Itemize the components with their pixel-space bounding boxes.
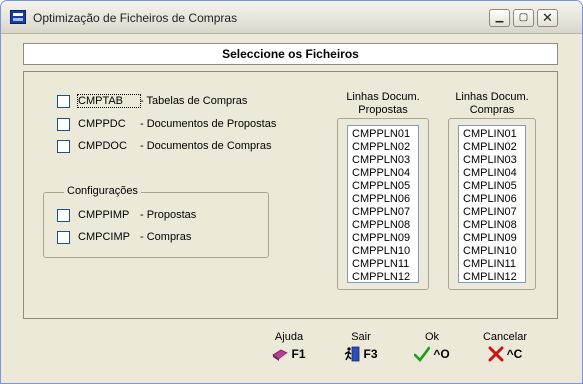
file-description: - Compras xyxy=(140,231,192,243)
list-item[interactable]: CMPPLN02 xyxy=(352,141,418,154)
config-option-cmpcimp[interactable]: CMPCIMP - Compras xyxy=(57,229,191,245)
list-item[interactable]: CMPPLN08 xyxy=(352,219,418,232)
ok-shortcut: ^O xyxy=(433,347,450,361)
list-item[interactable]: CMPPLN03 xyxy=(352,154,418,167)
ok-button[interactable]: Ok ^O xyxy=(406,331,458,362)
page-title: Seleccione os Ficheiros xyxy=(222,47,359,61)
file-code: CMPCIMP xyxy=(78,231,130,243)
list-item[interactable]: CMPPLN10 xyxy=(352,245,418,258)
red-x-icon xyxy=(488,346,504,362)
list-item[interactable]: CMPPLN07 xyxy=(352,206,418,219)
file-code: CMPPDC xyxy=(78,118,126,130)
checkbox-cmpdoc[interactable] xyxy=(57,139,70,153)
list-item[interactable]: CMPLIN05 xyxy=(463,180,525,193)
dialog-window: Optimização de Ficheiros de Compras ▁ ▢ … xyxy=(0,0,583,384)
list-item[interactable]: CMPPLN09 xyxy=(352,232,418,245)
compras-caption: Linhas Docum. Compras xyxy=(448,91,536,117)
minimize-button[interactable]: ▁ xyxy=(489,9,510,27)
book-icon xyxy=(272,346,289,362)
list-item[interactable]: CMPLIN03 xyxy=(463,154,525,167)
list-item[interactable]: CMPPLN11 xyxy=(352,258,418,271)
list-item[interactable]: CMPPLN06 xyxy=(352,193,418,206)
compras-frame: CMPLIN01 CMPLIN02 CMPLIN03 CMPLIN04 CMPLIN05… xyxy=(448,118,536,290)
checkbox-cmppdc[interactable] xyxy=(57,117,70,131)
app-icon xyxy=(10,10,26,24)
list-item[interactable]: CMPPLN04 xyxy=(352,167,418,180)
file-option-cmptab[interactable]: CMPTAB - Tabelas de Compras xyxy=(57,93,247,109)
configuracoes-group: Configurações CMPPIMP - Propostas CMPCIM… xyxy=(43,185,269,258)
file-description: - Propostas xyxy=(140,209,197,221)
list-item[interactable]: CMPLIN10 xyxy=(463,245,525,258)
minimize-icon: ▁ xyxy=(495,12,504,23)
cancel-shortcut: ^C xyxy=(506,347,523,361)
exit-label: Sair xyxy=(351,331,371,343)
list-item[interactable]: CMPPLN05 xyxy=(352,180,418,193)
help-button[interactable]: Ajuda F1 xyxy=(263,331,315,362)
exit-door-icon xyxy=(344,346,360,362)
file-option-cmpdoc[interactable]: CMPDOC - Documentos de Compras xyxy=(57,138,271,154)
list-item[interactable]: CMPLIN09 xyxy=(463,232,525,245)
close-button[interactable]: ✕ xyxy=(537,9,558,27)
list-item[interactable]: CMPLIN08 xyxy=(463,219,525,232)
caption-line: Compras xyxy=(469,104,515,116)
maximize-button[interactable]: ▢ xyxy=(513,9,534,27)
checkbox-cmptab[interactable] xyxy=(57,94,70,108)
caption-line: Propostas xyxy=(358,104,408,116)
checkbox-cmpcimp[interactable] xyxy=(57,230,70,244)
cancel-button[interactable]: Cancelar ^C xyxy=(477,331,533,362)
propostas-frame: CMPPLN01 CMPPLN02 CMPPLN03 CMPPLN04 CMPPLN05… xyxy=(337,118,429,290)
file-description: - Documentos de Compras xyxy=(140,140,272,152)
main-panel: CMPTAB - Tabelas de Compras CMPPDC - Doc… xyxy=(23,71,558,319)
checkmark-icon xyxy=(414,346,431,362)
list-item[interactable]: CMPLIN07 xyxy=(463,206,525,219)
list-item[interactable]: CMPPLN01 xyxy=(352,128,418,141)
file-code: CMPTAB xyxy=(77,94,141,108)
file-option-cmppdc[interactable]: CMPPDC - Documentos de Propostas xyxy=(57,116,276,132)
title-bar[interactable]: Optimização de Ficheiros de Compras ▁ ▢ … xyxy=(1,1,582,34)
config-option-cmppimp[interactable]: CMPPIMP - Propostas xyxy=(57,207,196,223)
ok-label: Ok xyxy=(424,331,440,343)
window-title: Optimização de Ficheiros de Compras xyxy=(33,11,238,25)
list-item[interactable]: CMPLIN06 xyxy=(463,193,525,206)
close-icon: ✕ xyxy=(542,10,553,25)
group-label: Configurações xyxy=(64,185,141,197)
propostas-listbox[interactable]: CMPPLN01 CMPPLN02 CMPPLN03 CMPPLN04 CMPPLN05… xyxy=(347,125,419,283)
list-item[interactable]: CMPPLN12 xyxy=(352,271,418,284)
help-shortcut: F1 xyxy=(291,347,306,361)
caption-line: Linhas Docum. xyxy=(455,91,529,103)
file-code: CMPPIMP xyxy=(78,209,130,221)
list-item[interactable]: CMPLIN11 xyxy=(463,258,525,271)
checkbox-cmppimp[interactable] xyxy=(57,208,70,222)
list-item[interactable]: CMPLIN12 xyxy=(463,271,525,284)
exit-shortcut: F3 xyxy=(363,347,378,361)
file-description: - Tabelas de Compras xyxy=(140,95,248,107)
compras-listbox[interactable]: CMPLIN01 CMPLIN02 CMPLIN03 CMPLIN04 CMPLIN05… xyxy=(458,125,526,283)
list-item[interactable]: CMPLIN04 xyxy=(463,167,525,180)
file-code: CMPDOC xyxy=(78,140,127,152)
list-item[interactable]: CMPLIN02 xyxy=(463,141,525,154)
caption-line: Linhas Docum. xyxy=(346,91,420,103)
list-item[interactable]: CMPLIN01 xyxy=(463,128,525,141)
exit-button[interactable]: Sair F3 xyxy=(335,331,387,362)
propostas-caption: Linhas Docum. Propostas xyxy=(337,91,429,117)
help-label: Ajuda xyxy=(274,331,304,343)
file-description: - Documentos de Propostas xyxy=(140,118,277,130)
header-panel: Seleccione os Ficheiros xyxy=(23,43,558,65)
maximize-icon: ▢ xyxy=(518,12,529,23)
cancel-label: Cancelar xyxy=(482,331,528,343)
